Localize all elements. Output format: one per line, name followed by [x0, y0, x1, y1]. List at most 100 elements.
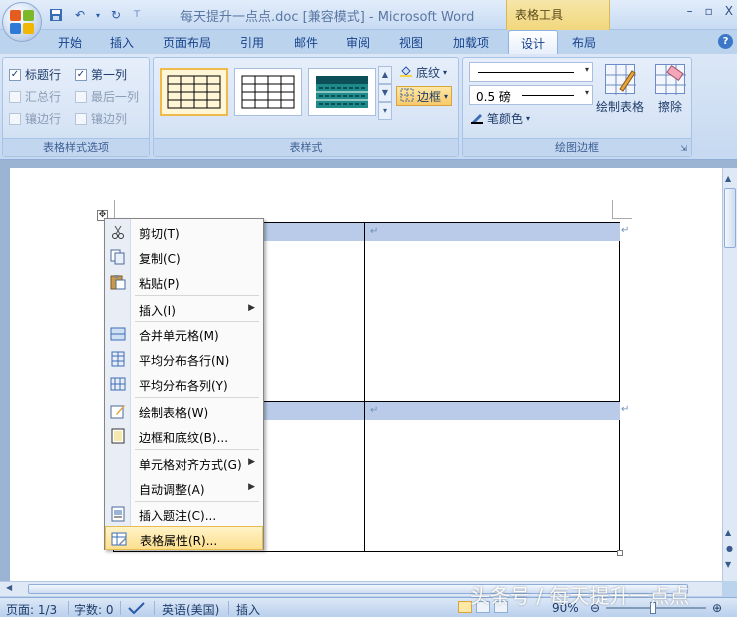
menu-item-distribute-rows[interactable]: 平均分布各行(N)	[105, 347, 263, 371]
menu-separator	[135, 397, 259, 398]
table-style-teal[interactable]	[308, 68, 376, 116]
gallery-up-icon[interactable]: ▲	[378, 66, 392, 84]
tab-home[interactable]: 开始	[58, 34, 82, 51]
line-weight-dropdown[interactable]: 0.5 磅 ▾	[469, 85, 593, 105]
scroll-left-icon[interactable]: ◀	[6, 583, 12, 592]
menu-item-distribute-columns[interactable]: 平均分布各列(Y)	[105, 372, 263, 396]
vertical-scrollbar[interactable]: ▲ ▲ ● ▼	[722, 168, 737, 581]
status-mode[interactable]: 插入	[236, 601, 260, 617]
menu-item-cut[interactable]: 剪切(T)	[105, 220, 263, 244]
undo-dropdown-icon[interactable]: ▾	[94, 6, 102, 24]
table-resize-handle[interactable]	[617, 550, 623, 556]
tab-insert[interactable]: 插入	[110, 34, 134, 51]
group-label-style-options: 表格样式选项	[3, 138, 149, 156]
group-table-styles: ▲ ▼ ▾ 底纹 ▾ 边框 ▾ 表样式	[153, 57, 459, 157]
menu-item-table-properties[interactable]: 表格属性(R)...	[105, 526, 263, 550]
tab-mailings[interactable]: 邮件	[294, 34, 318, 51]
draw-table-button[interactable]: 绘制表格	[593, 64, 647, 115]
tab-review[interactable]: 审阅	[346, 34, 370, 51]
menu-item-copy[interactable]: 复制(C)	[105, 245, 263, 269]
option-total-row: 汇总行	[9, 88, 61, 105]
status-divider	[68, 601, 69, 615]
eraser-button[interactable]: 擦除	[643, 64, 697, 115]
option-first-column[interactable]: ✓ 第一列	[75, 66, 127, 83]
pen-color-button[interactable]: 笔颜色 ▾	[467, 108, 533, 128]
scroll-up-icon[interactable]: ▲	[725, 174, 731, 183]
menu-item-insert-caption[interactable]: 插入题注(C)...	[105, 502, 263, 526]
submenu-arrow-icon: ▶	[248, 303, 255, 313]
watermark: 头条号 / 每天提升一点点	[470, 584, 690, 608]
group-table-style-options: ✓ 标题行 ✓ 第一列 汇总行 最后一列 镶边行 镶边列 表格样式选项	[2, 57, 150, 157]
line-style-preview	[478, 72, 574, 73]
paint-bucket-icon	[399, 64, 413, 81]
proofing-icon[interactable]	[128, 601, 146, 617]
option-header-row[interactable]: ✓ 标题行	[9, 66, 61, 83]
tab-page-layout[interactable]: 页面布局	[163, 34, 211, 51]
borders-button[interactable]: 边框 ▾	[396, 86, 453, 106]
line-style-dropdown-icon: ▾	[584, 65, 589, 74]
prev-page-icon[interactable]: ▲	[725, 528, 731, 537]
browse-object-icon[interactable]: ●	[726, 544, 733, 553]
borders-icon	[400, 88, 414, 105]
first-column-checkbox[interactable]: ✓	[75, 68, 87, 81]
option-banded-columns: 镶边列	[75, 110, 127, 127]
gallery-down-icon[interactable]: ▼	[378, 84, 392, 102]
row-end-mark: ↵	[621, 404, 630, 415]
undo-icon[interactable]: ↶	[70, 6, 90, 24]
menu-item-paste[interactable]: 粘贴(P)	[105, 270, 263, 294]
tab-addins[interactable]: 加载项	[453, 34, 489, 51]
menu-item-insert[interactable]: 插入(I) ▶	[105, 297, 263, 321]
customize-qat-icon[interactable]: ⊤	[130, 6, 144, 24]
redo-icon[interactable]: ↻	[106, 6, 126, 24]
zoom-in-icon[interactable]: ⊕	[712, 601, 722, 615]
total-row-checkbox	[9, 90, 21, 103]
group-draw-borders: ▾ 0.5 磅 ▾ 笔颜色 ▾ 绘制表格 擦除 绘图边框 ⇲	[462, 57, 692, 157]
minimize-icon[interactable]: –	[687, 4, 693, 18]
eraser-icon	[655, 64, 686, 95]
quick-access-toolbar: ↶ ▾ ↻ ⊤	[46, 5, 144, 25]
line-style-dropdown[interactable]: ▾	[469, 62, 593, 82]
help-icon[interactable]: ?	[718, 34, 733, 49]
distribute-rows-icon	[110, 351, 126, 367]
tab-design[interactable]: 设计	[508, 30, 559, 55]
close-icon[interactable]: X	[725, 4, 733, 18]
vertical-scroll-thumb[interactable]	[724, 188, 736, 248]
line-weight-preview	[522, 95, 574, 96]
selected-row-2-highlight	[264, 402, 620, 420]
save-icon[interactable]	[46, 6, 66, 24]
office-button[interactable]	[2, 2, 42, 42]
borders-dropdown-icon: ▾	[444, 91, 449, 101]
tab-layout[interactable]: 布局	[572, 34, 596, 51]
option-banded-rows: 镶边行	[9, 110, 61, 127]
menu-item-autofit[interactable]: 自动调整(A) ▶	[105, 476, 263, 500]
status-divider	[120, 601, 121, 615]
line-weight-dropdown-icon: ▾	[584, 88, 589, 97]
next-page-icon[interactable]: ▼	[725, 560, 731, 569]
status-divider	[228, 601, 229, 615]
menu-item-merge-cells[interactable]: 合并单元格(M)	[105, 322, 263, 346]
table-style-grid-1[interactable]	[160, 68, 228, 116]
cell-end-mark: ↵	[370, 226, 379, 237]
style-gallery-scroll: ▲ ▼ ▾	[378, 66, 392, 122]
shading-button[interactable]: 底纹 ▾	[396, 62, 450, 82]
menu-separator	[135, 449, 259, 450]
menu-item-draw-table[interactable]: 绘制表格(W)	[105, 399, 263, 423]
status-words[interactable]: 字数: 0	[74, 601, 114, 617]
status-page[interactable]: 页面: 1/3	[6, 601, 57, 617]
scissors-icon	[110, 224, 126, 240]
menu-item-borders-shading[interactable]: 边框和底纹(B)...	[105, 424, 263, 448]
menu-item-cell-alignment[interactable]: 单元格对齐方式(G) ▶	[105, 451, 263, 475]
table-tools-group-label: 表格工具	[506, 0, 610, 30]
tab-references[interactable]: 引用	[240, 34, 264, 51]
borders-shading-icon	[110, 428, 126, 444]
status-language[interactable]: 英语(美国)	[162, 601, 219, 617]
dialog-launcher-icon[interactable]: ⇲	[680, 144, 687, 153]
pen-icon	[470, 110, 484, 127]
crop-mark-right	[612, 200, 613, 218]
table-style-grid-2[interactable]	[234, 68, 302, 116]
draw-table-icon	[605, 64, 636, 95]
header-row-checkbox[interactable]: ✓	[9, 68, 21, 81]
gallery-more-icon[interactable]: ▾	[378, 102, 392, 120]
maximize-icon[interactable]: ▫	[705, 4, 713, 18]
tab-view[interactable]: 视图	[399, 34, 423, 51]
